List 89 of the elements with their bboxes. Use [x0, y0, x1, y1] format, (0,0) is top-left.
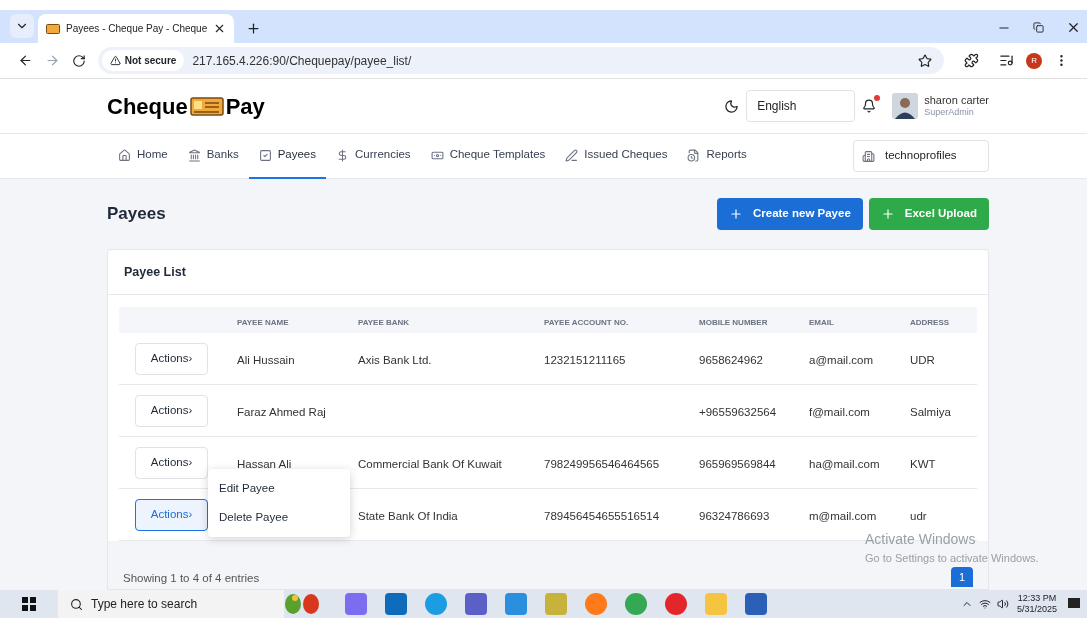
plus-icon: [880, 207, 895, 221]
table-cell: 965969569844: [699, 457, 776, 470]
table-cell: Axis Bank Ltd.: [358, 353, 432, 366]
table-cell: a@mail.com: [809, 353, 874, 366]
tab-search-button[interactable]: [10, 14, 34, 38]
nav-tab[interactable]: Reports: [677, 133, 757, 179]
menu-item[interactable]: Delete Payee: [208, 503, 350, 532]
start-icon[interactable]: [22, 597, 36, 611]
card-title: Payee List: [124, 263, 186, 281]
building-icon: [862, 149, 875, 163]
menu-item[interactable]: Edit Payee: [208, 474, 350, 503]
actions-button[interactable]: Actions›: [135, 394, 208, 427]
page-button[interactable]: 1: [951, 567, 973, 587]
organization-select[interactable]: technoprofiles: [853, 140, 989, 172]
clock-time: 12:33 PM: [1017, 592, 1057, 604]
reload-icon[interactable]: [71, 53, 86, 68]
column-header: PAYEE NAME: [237, 318, 289, 327]
table-cell: Commercial Bank Of Kuwait: [358, 457, 502, 470]
bank-icon: [187, 148, 201, 162]
volume-icon[interactable]: [996, 598, 1009, 610]
notification-icon[interactable]: [862, 99, 877, 113]
table-cell: 789456454655516514: [544, 509, 660, 522]
table-cell: Faraz Ahmed Raj: [237, 405, 326, 418]
table-cell: +96559632564: [699, 405, 777, 418]
taskbar-search[interactable]: Type here to search: [58, 590, 284, 618]
clock-date: 5/31/2025: [1016, 604, 1057, 616]
tab-title: Payees - Cheque Pay - Cheque: [66, 22, 208, 36]
nav-tab[interactable]: Home: [108, 133, 178, 179]
column-header: PAYEE ACCOUNT NO.: [544, 318, 629, 327]
media-icon[interactable]: [999, 53, 1015, 68]
column-header: MOBILE NUMBER: [699, 318, 768, 327]
new-tab-icon[interactable]: [246, 21, 261, 36]
table-cell: 1232151211165: [544, 353, 626, 366]
table-cell: m@mail.com: [809, 509, 877, 522]
extensions-icon[interactable]: [964, 53, 980, 68]
profile-avatar[interactable]: R: [1026, 52, 1043, 69]
language-select[interactable]: English: [746, 90, 856, 122]
bookmark-icon[interactable]: [918, 53, 933, 68]
logo-text: Cheque: [107, 92, 188, 121]
warning-icon: [109, 55, 121, 66]
actions-button[interactable]: Actions›: [135, 446, 208, 479]
table-cell: UDR: [910, 353, 935, 366]
pen-icon: [565, 148, 579, 162]
entries-info: Showing 1 to 4 of 4 entries: [123, 570, 260, 586]
dollar-icon: [336, 148, 349, 162]
security-chip[interactable]: Not secure: [101, 50, 185, 71]
activation-title: Activate Windows: [865, 530, 977, 549]
user-name: sharon carter: [924, 93, 989, 108]
back-icon[interactable]: [18, 53, 33, 68]
network-icon[interactable]: [978, 598, 991, 610]
table-cell: KWT: [910, 457, 936, 470]
avatar: [892, 93, 919, 119]
activation-subtitle: Go to Settings to activate Windows.: [865, 551, 1039, 566]
create-button[interactable]: Create new Payee: [716, 198, 863, 230]
logo-text: Pay: [225, 92, 265, 121]
browser-tab[interactable]: Payees - Cheque Pay - Cheque: [38, 14, 234, 43]
nav-tab[interactable]: Issued Cheques: [555, 133, 678, 179]
url-text: 217.165.4.226:90/Chequepay/payee_list/: [192, 52, 413, 70]
home-icon: [118, 148, 131, 162]
nav-tab[interactable]: Currencies: [326, 133, 421, 179]
close-window-icon[interactable]: [1066, 20, 1081, 35]
theme-icon[interactable]: [724, 98, 740, 114]
security-label: Not secure: [124, 54, 177, 68]
actions-button[interactable]: Actions›: [135, 498, 208, 531]
restore-icon[interactable]: [1033, 22, 1044, 33]
table-cell: Hassan Ali: [237, 457, 292, 470]
page-title: Payees: [107, 203, 166, 226]
search-icon: [70, 597, 83, 611]
checkbox-icon: [258, 148, 272, 162]
column-header: PAYEE BANK: [358, 318, 410, 327]
nav-tab[interactable]: Cheque Templates: [420, 133, 556, 179]
table-cell: 9658624962: [699, 353, 763, 366]
table-cell: Ali Hussain: [237, 353, 295, 366]
report-icon: [687, 148, 701, 162]
column-header: EMAIL: [809, 318, 834, 327]
table-cell: 96324786693: [699, 509, 770, 522]
table-cell: udr: [910, 509, 927, 522]
column-header: ADDRESS: [910, 318, 950, 327]
address-bar[interactable]: Not secure 217.165.4.226:90/Chequepay/payee_list/: [97, 47, 945, 74]
table-cell: State Bank Of India: [358, 509, 458, 522]
user-role: SuperAdmin: [924, 107, 975, 119]
table-cell: 798249956546464565: [544, 457, 660, 470]
actions-button[interactable]: Actions›: [135, 342, 208, 375]
plus-icon: [728, 207, 743, 221]
table-cell: ha@mail.com: [809, 457, 880, 470]
forward-icon[interactable]: [44, 53, 60, 68]
nav-tab[interactable]: Banks: [177, 133, 249, 179]
table-cell: f@mail.com: [809, 405, 870, 418]
table-cell: Salmiya: [910, 405, 951, 418]
